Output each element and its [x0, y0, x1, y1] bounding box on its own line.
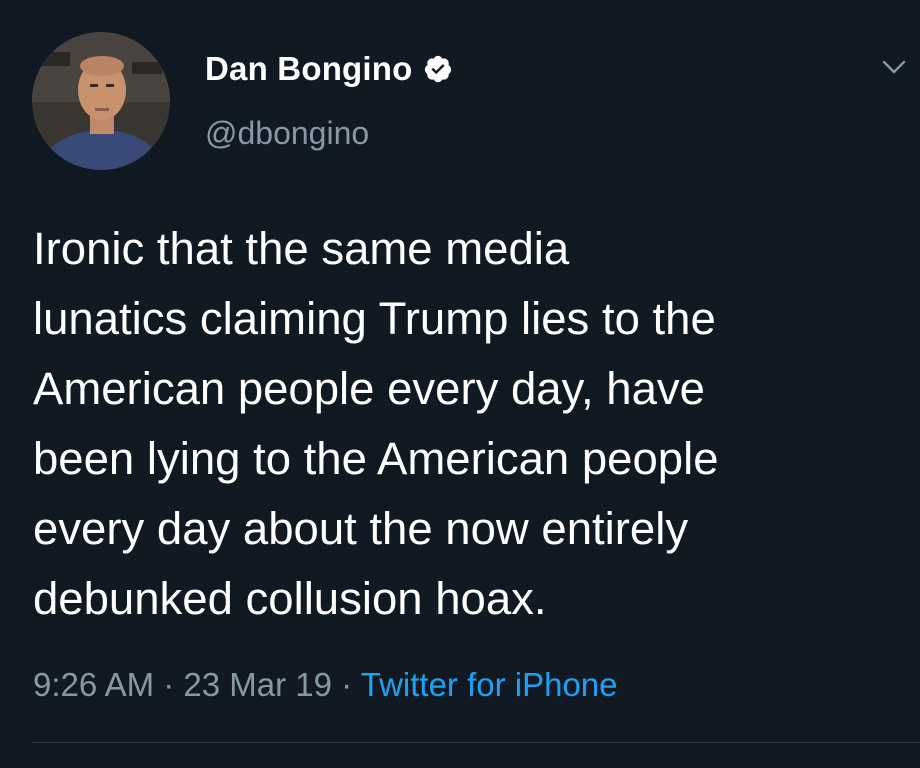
avatar[interactable]	[32, 32, 170, 170]
display-name[interactable]: Dan Bongino	[205, 50, 413, 88]
tweet-date[interactable]: 23 Mar 19	[183, 666, 332, 703]
chevron-down-icon[interactable]	[882, 58, 906, 76]
divider	[32, 742, 920, 743]
tweet-text: Ironic that the same media lunatics clai…	[33, 223, 719, 624]
author-name-row: Dan Bongino	[205, 50, 453, 88]
meta-separator: ·	[332, 666, 361, 703]
avatar-image	[32, 32, 170, 170]
verified-badge-icon	[423, 54, 453, 84]
tweet-metadata: 9:26 AM · 23 Mar 19 · Twitter for iPhone	[33, 666, 618, 704]
user-handle[interactable]: @dbongino	[205, 115, 369, 152]
tweet-card: Dan Bongino @dbongino Ironic that the sa…	[0, 0, 920, 768]
meta-separator: ·	[154, 666, 184, 703]
tweet-time[interactable]: 9:26 AM	[33, 666, 154, 703]
tweet-source-link[interactable]: Twitter for iPhone	[361, 666, 618, 703]
